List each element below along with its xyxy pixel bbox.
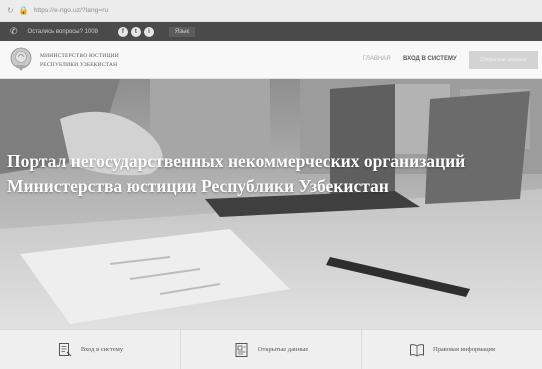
reload-icon[interactable]: ↻: [7, 6, 14, 15]
hero-background-image: [0, 79, 542, 329]
hero-banner: Портал негосударственных некоммерческих …: [0, 79, 542, 329]
feature-open-data[interactable]: Открытые данные: [181, 330, 362, 369]
facebook-icon[interactable]: f: [117, 26, 128, 37]
call-text: Остались вопросы? 1008: [27, 28, 98, 35]
state-emblem-icon[interactable]: [10, 46, 32, 73]
nav-main[interactable]: ГЛАВНАЯ: [363, 56, 391, 62]
ministry-line-1: МИНИСТЕРСТВО ЮСТИЦИИ: [40, 53, 119, 59]
twitter-icon[interactable]: t: [130, 26, 141, 37]
open-data-button[interactable]: Открытые данные: [469, 51, 538, 69]
feature-login-label: Вход в систему: [80, 346, 124, 353]
document-icon: [58, 342, 72, 356]
feature-login[interactable]: Вход в систему: [0, 330, 181, 369]
ministry-line-2: РЕСПУБЛИКИ УЗБЕКИСТАН: [40, 62, 118, 68]
feature-legal-info-label: Правовая информация: [432, 346, 496, 353]
lock-icon: 🔒: [18, 5, 29, 15]
book-icon: [409, 343, 424, 357]
feature-open-data-label: Открытые данные: [257, 346, 309, 353]
address-url[interactable]: https://e-ngo.uz/?lang=ru: [34, 7, 109, 14]
open-data-icon: [235, 342, 248, 357]
language-selector[interactable]: Язык: [168, 26, 195, 37]
feature-legal-info[interactable]: Правовая информация: [362, 330, 542, 369]
nav-login[interactable]: ВХОД В СИСТЕМУ: [403, 56, 457, 62]
instagram-icon[interactable]: i: [143, 26, 154, 37]
phone-icon: ✆: [10, 26, 18, 36]
ministry-name[interactable]: МИНИСТЕРСТВО ЮСТИЦИИ РЕСПУБЛИКИ УЗБЕКИСТ…: [40, 52, 119, 70]
browser-address-bar: ↻ 🔒 https://e-ngo.uz/?lang=ru: [0, 0, 542, 22]
site-topbar: ✆ Остались вопросы? 1008 f t i Язык: [0, 22, 542, 41]
site-header: МИНИСТЕРСТВО ЮСТИЦИИ РЕСПУБЛИКИ УЗБЕКИСТ…: [0, 41, 542, 79]
features-bar: Вход в систему Открытые данные Правовая …: [0, 329, 542, 369]
hero-title: Портал негосударственных некоммерческих …: [7, 151, 466, 196]
